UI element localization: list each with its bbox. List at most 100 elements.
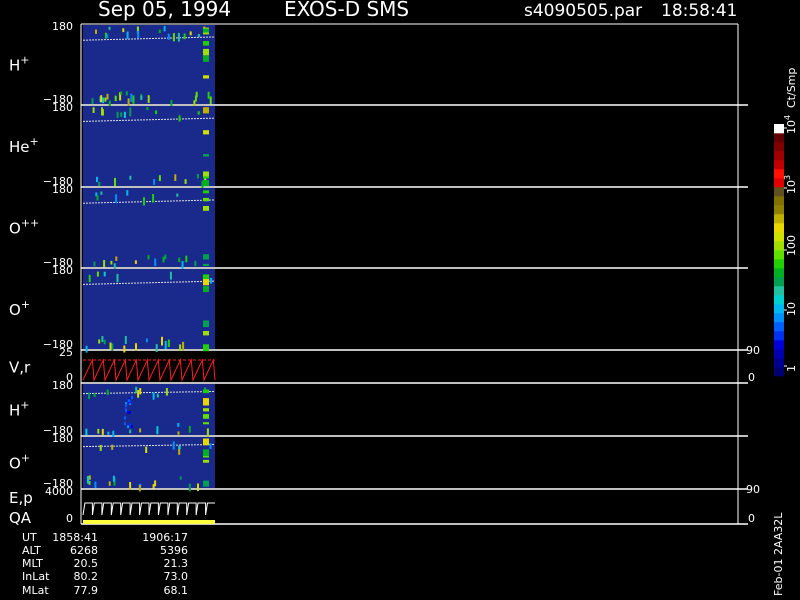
spectrogram-cell [203, 398, 209, 401]
spectrogram-cell [162, 256, 165, 263]
spectrogram-cell [156, 393, 159, 398]
spectrogram-cell [125, 403, 127, 407]
ephemeris-value: 21.3 [164, 557, 189, 570]
colorbar-segment [774, 259, 784, 269]
spectrogram-cell [138, 484, 141, 492]
spectrogram-cell [108, 481, 111, 486]
spectrogram-cell [127, 410, 129, 414]
colorbar-segment [774, 286, 784, 296]
spectrogram-cell [113, 263, 116, 269]
spectrogram-cell [111, 343, 114, 351]
spectrogram-cell [194, 260, 197, 267]
spectrogram-cell [130, 93, 133, 102]
colorbar-segment [774, 268, 784, 278]
spectrogram-cell [203, 331, 209, 336]
spectrogram-cell [172, 441, 175, 450]
header-mission: EXOS-D SMS [284, 0, 409, 21]
spectrogram-cell [140, 95, 143, 100]
colorbar-segment [774, 358, 784, 368]
spectrogram-cell [203, 438, 209, 444]
spectrogram-cell [147, 255, 150, 260]
energy-trace [82, 502, 215, 516]
spectrogram-cell [99, 444, 102, 451]
spectrogram-cell [96, 176, 98, 183]
spectrogram-cell [203, 480, 209, 487]
tick-label-top: 25 [59, 346, 73, 359]
spectrogram-cell [125, 408, 127, 412]
spectrogram-cell [122, 28, 125, 33]
spectrogram-cell [139, 428, 142, 433]
colorbar-segment [774, 133, 784, 143]
ephemeris-row-label: InLat [22, 570, 50, 583]
spectrogram-cell [203, 254, 209, 260]
spectrogram-cell [112, 475, 115, 482]
spectrogram-cell [169, 271, 172, 280]
panel-label-main: O [9, 301, 21, 319]
colorbar-segment [774, 304, 784, 314]
colorbar-segment [774, 349, 784, 359]
colorbar-segment [774, 232, 784, 242]
tick-label-top: 180 [52, 432, 73, 445]
spectrogram-cell [147, 95, 150, 103]
spectrogram-cell [197, 111, 200, 115]
spectrogram-cell [189, 31, 192, 36]
spectrogram-cell [178, 445, 181, 450]
spectrogram-cell [124, 336, 127, 344]
spectrogram-cell [135, 343, 137, 351]
header-date: Sep 05, 1994 [98, 0, 231, 21]
panel-label-main: V,r [9, 359, 31, 377]
spectrogram-cell [203, 48, 209, 56]
spectrogram-cell [126, 31, 129, 40]
panel-2: 180−180O++ [9, 183, 748, 270]
spectrogram-cell [197, 483, 199, 492]
panel-label-qa: QA [9, 509, 32, 527]
spectrogram-cell [203, 279, 209, 286]
spectrogram-cell [203, 422, 209, 425]
spectrogram-cell [101, 109, 104, 116]
tick-label-top: 180 [52, 379, 73, 392]
colorbar-tick-base: 10 [785, 302, 798, 316]
colorbar-segment [774, 277, 784, 287]
velocity-trace [82, 358, 216, 382]
colorbar-tick-label: 103 [783, 175, 798, 194]
spectrogram-cell [152, 194, 155, 203]
spectrogram-cell [203, 190, 209, 194]
spectrogram-cell [88, 475, 91, 480]
spectrogram-cell [196, 173, 199, 179]
colorbar-segment [774, 124, 784, 134]
ephemeris-table: UTALTMLTInLatMLat 1858:41626820.580.277.9… [22, 531, 188, 597]
spectrogram-cell [203, 176, 209, 179]
colorbar-segment [774, 241, 784, 251]
spectrogram-cell [106, 389, 109, 395]
panel-6: 180−180O+ [9, 432, 748, 492]
spectrogram-cell [124, 422, 126, 426]
spectrogram-cell [123, 111, 126, 118]
colorbar-unit: Ct/Smp [785, 68, 798, 108]
spectrogram-cell [129, 410, 131, 414]
spectrogram-cell [181, 261, 184, 270]
spectrogram-cell [203, 130, 209, 135]
spectrogram-cell [194, 95, 197, 102]
spectrogram-cell [97, 428, 100, 434]
qa-bar [83, 520, 215, 524]
colorbar-tick-base: 1 [785, 365, 798, 372]
spectrogram-cell [134, 260, 137, 264]
spectrogram-cell [98, 339, 101, 344]
spectrogram-cell [207, 91, 210, 99]
spectrogram-cell [127, 98, 130, 106]
spectrogram-cell [203, 459, 209, 463]
colorbar-segment [774, 340, 784, 350]
spectrogram-cell [203, 414, 209, 419]
ephemeris-value: 5396 [160, 544, 188, 557]
spectrogram-cell [129, 175, 132, 180]
spectrogram-cell [209, 96, 212, 105]
colorbar-segment [774, 187, 784, 197]
spectrogram-cell [114, 177, 116, 187]
spectrogram-cell [155, 110, 158, 115]
spectrogram-cell [131, 424, 133, 428]
spectrogram-cell [132, 95, 135, 104]
panel-label-main: H [9, 402, 20, 420]
spectrogram-cell [178, 115, 181, 122]
spectrogram-cell [182, 341, 185, 351]
right-tick-bottom: 0 [748, 512, 755, 525]
